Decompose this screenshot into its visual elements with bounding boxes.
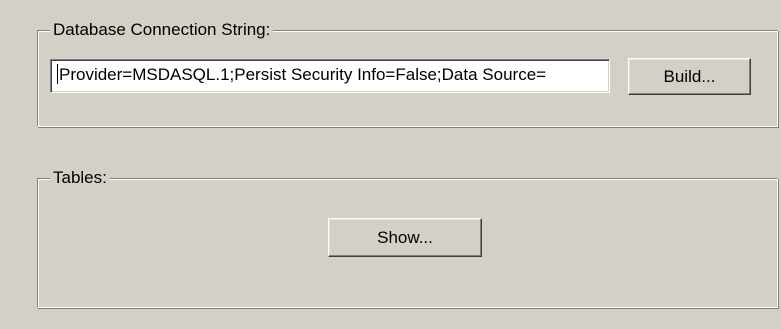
database-connection-label: Database Connection String: (50, 20, 274, 40)
database-connection-groupbox: Database Connection String: Provider=MSD… (37, 20, 778, 127)
connection-settings-panel: Database Connection String: Provider=MSD… (0, 0, 781, 329)
tables-label: Tables: (50, 168, 110, 188)
connection-string-value: Provider=MSDASQL.1;Persist Security Info… (59, 65, 547, 84)
build-button[interactable]: Build... (628, 58, 751, 95)
text-caret (57, 64, 58, 84)
show-tables-button[interactable]: Show... (328, 218, 482, 257)
connection-string-input[interactable]: Provider=MSDASQL.1;Persist Security Info… (50, 59, 610, 93)
tables-groupbox: Tables: Show... (37, 168, 778, 308)
